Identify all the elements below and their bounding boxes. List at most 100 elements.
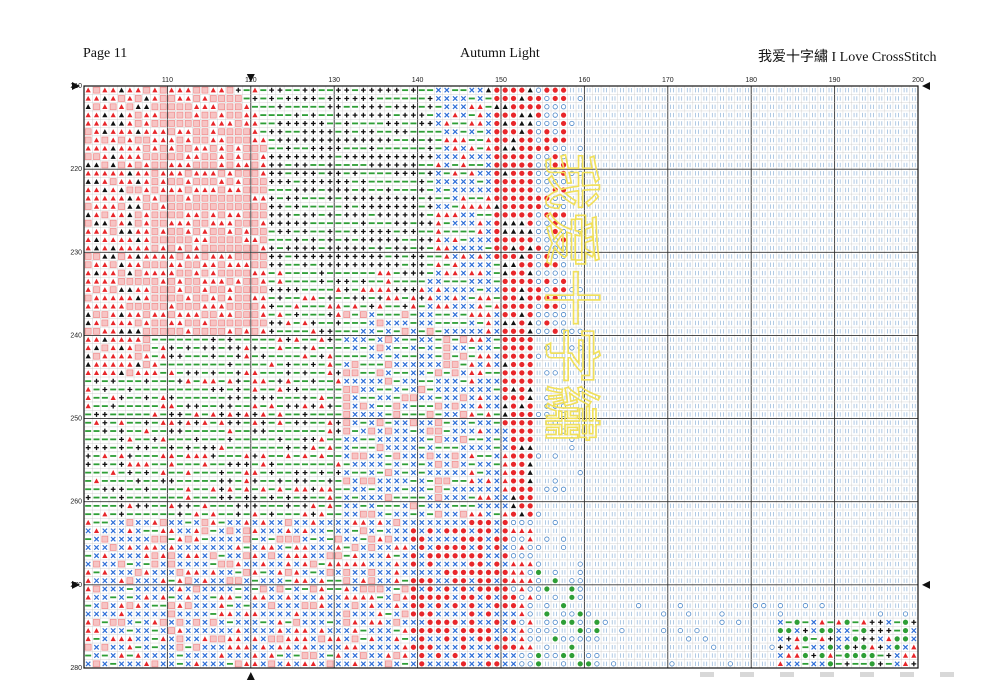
stitch-symbol	[912, 445, 916, 450]
stitch-symbol	[678, 345, 683, 351]
stitch-symbol	[460, 370, 467, 376]
stitch-symbol	[519, 137, 525, 143]
stitch-symbol	[703, 453, 708, 459]
stitch-symbol	[887, 179, 891, 184]
stitch-symbol	[344, 179, 350, 185]
stitch-symbol	[343, 105, 350, 108]
stitch-symbol	[352, 436, 358, 442]
stitch-symbol	[628, 162, 633, 168]
stitch-symbol	[435, 170, 442, 176]
stitch-symbol	[227, 495, 233, 500]
stitch-symbol	[351, 452, 359, 460]
stitch-symbol	[93, 270, 100, 276]
stitch-symbol	[845, 453, 849, 459]
stitch-symbol	[895, 104, 899, 109]
stitch-symbol	[761, 312, 766, 317]
stitch-symbol	[527, 403, 533, 409]
stitch-symbol	[770, 229, 774, 234]
stitch-symbol	[711, 212, 716, 218]
stitch-symbol	[878, 312, 883, 317]
stitch-symbol	[745, 196, 749, 201]
stitch-symbol	[786, 287, 791, 292]
stitch-symbol	[803, 279, 808, 284]
stitch-symbol	[402, 303, 408, 309]
stitch-symbol	[127, 129, 133, 134]
stitch-symbol	[811, 312, 816, 317]
stitch-symbol	[711, 362, 716, 367]
stitch-symbol	[803, 179, 808, 184]
stitch-symbol	[435, 347, 442, 349]
stitch-symbol	[218, 261, 225, 269]
stitch-symbol	[360, 147, 367, 150]
stitch-symbol	[310, 345, 316, 351]
stitch-symbol	[218, 186, 225, 194]
stitch-symbol	[477, 345, 483, 351]
stitch-symbol	[494, 403, 500, 409]
stitch-symbol	[85, 312, 91, 317]
stitch-symbol	[628, 320, 633, 326]
stitch-symbol	[786, 154, 791, 159]
stitch-symbol	[151, 203, 159, 210]
stitch-symbol	[820, 220, 824, 226]
stitch-symbol	[269, 254, 275, 259]
stitch-symbol	[285, 245, 291, 251]
stitch-symbol	[510, 245, 517, 251]
stitch-symbol	[143, 455, 150, 457]
stitch-symbol	[369, 129, 375, 135]
stitch-symbol	[435, 402, 442, 410]
stitch-symbol	[202, 303, 208, 309]
stitch-symbol	[494, 170, 500, 176]
stitch-symbol	[620, 270, 624, 276]
stitch-symbol	[845, 354, 849, 359]
stitch-symbol	[728, 437, 733, 442]
stitch-symbol	[394, 220, 400, 226]
stitch-symbol	[176, 211, 184, 219]
stitch-symbol	[862, 312, 866, 317]
stitch-symbol	[494, 494, 500, 501]
stitch-symbol	[444, 403, 450, 409]
stitch-symbol	[912, 162, 916, 168]
stitch-symbol	[135, 87, 141, 93]
stitch-symbol	[837, 104, 841, 109]
stitch-symbol	[101, 344, 109, 352]
stitch-symbol	[620, 146, 624, 151]
stitch-symbol	[285, 403, 291, 409]
stitch-symbol	[845, 370, 849, 376]
stitch-symbol	[736, 129, 741, 134]
stitch-symbol	[460, 95, 467, 102]
stitch-symbol	[778, 370, 783, 376]
stitch-symbol	[519, 336, 525, 343]
stitch-symbol	[276, 396, 283, 399]
stitch-symbol	[845, 220, 849, 226]
stitch-symbol	[703, 470, 708, 475]
stitch-symbol	[720, 403, 724, 409]
stitch-symbol	[485, 253, 492, 260]
stitch-symbol	[260, 105, 267, 108]
stitch-symbol	[695, 345, 699, 351]
stitch-symbol	[102, 295, 108, 301]
stitch-symbol	[736, 329, 741, 334]
stitch-symbol	[510, 187, 517, 193]
stitch-symbol	[753, 112, 758, 118]
stitch-symbol	[201, 405, 208, 407]
stitch-symbol	[895, 312, 899, 317]
stitch-symbol	[494, 353, 500, 359]
stitch-symbol	[670, 462, 674, 467]
stitch-symbol	[586, 470, 591, 475]
stitch-symbol	[102, 203, 108, 209]
stitch-symbol	[260, 278, 266, 284]
stitch-symbol	[134, 319, 142, 327]
stitch-symbol	[393, 411, 401, 418]
stitch-symbol	[494, 228, 500, 235]
stitch-symbol	[778, 237, 783, 243]
stitch-symbol	[343, 347, 350, 349]
stitch-symbol	[193, 104, 200, 109]
stitch-symbol	[620, 220, 624, 226]
stitch-symbol	[469, 395, 475, 401]
stitch-symbol	[661, 121, 666, 126]
stitch-symbol	[578, 121, 582, 126]
stitch-symbol	[786, 478, 791, 484]
stitch-symbol	[193, 355, 200, 358]
stitch-symbol	[728, 312, 733, 317]
stitch-symbol	[368, 427, 376, 435]
